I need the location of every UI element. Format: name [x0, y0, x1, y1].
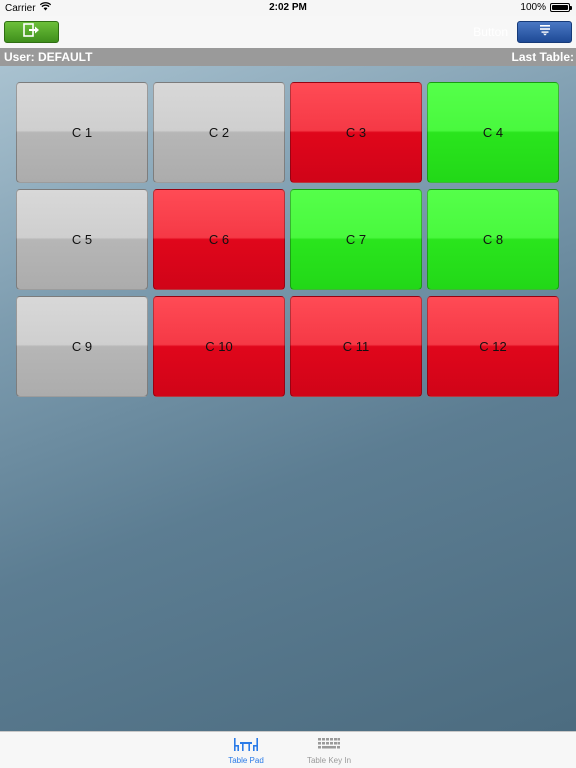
table-tile-c2[interactable]: C 2	[153, 82, 285, 183]
table-label: C 5	[71, 232, 93, 247]
user-label: User: DEFAULT	[4, 50, 93, 64]
keyboard-icon	[318, 735, 340, 753]
table-tile-c3[interactable]: C 3	[290, 82, 422, 183]
last-table-label: Last Table:	[511, 50, 574, 64]
table-tile-c10[interactable]: C 10	[153, 296, 285, 397]
logout-icon	[22, 22, 41, 42]
nav-bar: Button	[0, 16, 576, 48]
tab-label: Table Key In	[306, 756, 352, 765]
info-bar: User: DEFAULT Last Table:	[0, 48, 576, 66]
tab-label: Table Pad	[228, 756, 264, 765]
table-tile-c11[interactable]: C 11	[290, 296, 422, 397]
table-tile-c7[interactable]: C 7	[290, 189, 422, 290]
table-tile-c9[interactable]: C 9	[16, 296, 148, 397]
table-tile-c12[interactable]: C 12	[427, 296, 559, 397]
battery-icon	[550, 3, 572, 12]
tab-table-key-in[interactable]: Table Key In	[294, 735, 364, 765]
nav-ghost-button[interactable]: Button	[473, 25, 508, 39]
table-label: C 9	[71, 339, 93, 354]
menu-button[interactable]	[517, 21, 572, 43]
status-right: 100%	[520, 2, 572, 13]
table-grid: C 1 C 2 C 3 C 4 C 5 C 6 C 7 C 8 C 9 C 10…	[16, 82, 560, 397]
table-tile-c1[interactable]: C 1	[16, 82, 148, 183]
table-label: C 2	[208, 125, 230, 140]
main-area: C 1 C 2 C 3 C 4 C 5 C 6 C 7 C 8 C 9 C 10…	[0, 66, 576, 731]
table-tile-c5[interactable]: C 5	[16, 189, 148, 290]
menu-list-icon	[539, 23, 551, 41]
table-label: C 10	[205, 339, 233, 354]
battery-percent: 100%	[520, 2, 546, 13]
table-label: C 1	[71, 125, 93, 140]
status-time: 2:02 PM	[269, 2, 307, 13]
table-tile-c6[interactable]: C 6	[153, 189, 285, 290]
table-label: C 11	[342, 339, 370, 354]
battery-level	[552, 5, 568, 10]
table-label: C 8	[482, 232, 504, 247]
table-label: C 3	[345, 125, 367, 140]
table-label: C 6	[208, 232, 230, 247]
tab-table-pad[interactable]: Table Pad	[211, 735, 281, 765]
table-label: C 4	[482, 125, 504, 140]
logout-button[interactable]	[4, 21, 59, 43]
tab-bar: Table Pad Table Key In	[0, 731, 576, 768]
table-tile-c8[interactable]: C 8	[427, 189, 559, 290]
table-label: C 12	[479, 339, 507, 354]
status-bar: Carrier 2:02 PM 100%	[0, 0, 576, 16]
table-label: C 7	[345, 232, 367, 247]
table-chairs-icon	[233, 735, 259, 753]
table-tile-c4[interactable]: C 4	[427, 82, 559, 183]
